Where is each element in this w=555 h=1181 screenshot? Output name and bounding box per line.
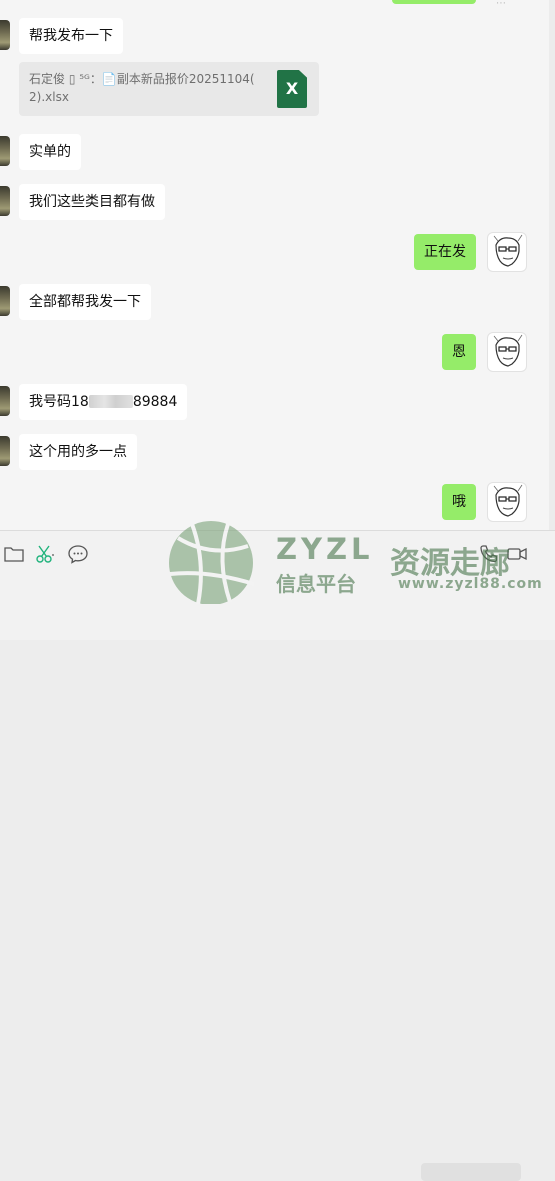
message-text: 我们这些类目都有做 (29, 194, 155, 210)
file-name-line2: 2).xlsx (29, 90, 69, 104)
file-name-line1: 石定俊 ▯ ⁵ᴳ：📄副本新品报价20251104( (29, 72, 255, 86)
message-text: 帮我发布一下 (29, 28, 113, 44)
watermark-subtitle: 信息平台 (276, 572, 356, 596)
file-message-card[interactable]: 石定俊 ▯ ⁵ᴳ：📄副本新品报价20251104( 2).xlsx X (19, 62, 319, 116)
folder-icon[interactable] (3, 543, 25, 565)
sketch-face-icon (493, 334, 523, 367)
message-text: 这个用的多一点 (29, 444, 127, 460)
message-text: 正在发 (424, 244, 466, 260)
contact-avatar[interactable] (0, 186, 10, 216)
own-avatar[interactable] (487, 332, 527, 372)
message-bubble[interactable]: 实单的 (19, 134, 81, 170)
contact-avatar[interactable] (0, 286, 10, 316)
own-message-bubble[interactable]: 正在发 (414, 234, 476, 270)
excel-file-icon: X (277, 70, 307, 108)
message-text-suffix: 89884 (132, 394, 178, 410)
own-message-bubble[interactable]: 恩 (442, 334, 476, 370)
contact-avatar[interactable] (0, 386, 10, 416)
message-text: 全部都帮我发一下 (29, 294, 141, 310)
contact-avatar[interactable] (0, 136, 10, 166)
send-button[interactable] (421, 1163, 521, 1181)
message-bubble[interactable]: 全部都帮我发一下 (19, 284, 151, 320)
watermark-logo: ZYZL 信息平台 资源走廊 www.zyzl88.com (158, 512, 548, 605)
scissors-icon[interactable] (34, 543, 56, 565)
chat-scrollbar[interactable] (549, 0, 555, 530)
watermark-title: ZYZL (276, 532, 374, 566)
message-text: 恩 (452, 344, 466, 360)
chat-message-area[interactable]: ⋯ 帮我发布一下 石定俊 ▯ ⁵ᴳ：📄副本新品报价20251104( 2).xl… (0, 0, 555, 530)
contact-avatar[interactable] (0, 20, 10, 50)
watermark-ball-icon (169, 521, 255, 605)
message-text-prefix: 我号码18 (29, 394, 89, 410)
message-text: 实单的 (29, 144, 71, 160)
own-avatar[interactable] (487, 232, 527, 272)
chat-bubble-icon[interactable] (67, 543, 89, 565)
sketch-face-icon (493, 234, 523, 267)
message-bubble[interactable]: 我号码18 89884 (19, 384, 188, 420)
contact-avatar[interactable] (0, 436, 10, 466)
excel-badge-text: X (285, 79, 299, 98)
message-bubble[interactable]: 帮我发布一下 (19, 18, 123, 54)
message-bubble[interactable]: 这个用的多一点 (19, 434, 137, 470)
watermark-url: www.zyzl88.com (398, 576, 543, 592)
message-text: 哦 (452, 494, 466, 510)
message-bubble[interactable]: 我们这些类目都有做 (19, 184, 165, 220)
scroll-indicator: ⋯ (496, 0, 506, 9)
partial-message-bubble[interactable] (392, 0, 476, 4)
redacted-number (88, 395, 133, 408)
